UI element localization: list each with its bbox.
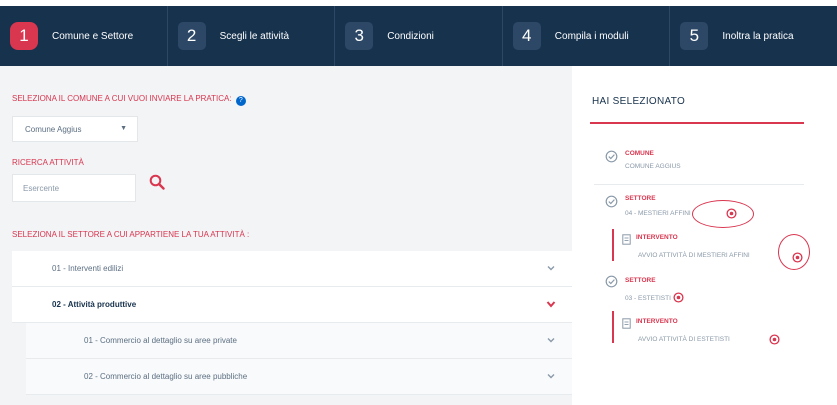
step-number: 4 [512, 22, 541, 50]
step-number: 3 [345, 22, 374, 50]
selection-form: SELEZIONA IL COMUNE A CUI VUOI INVIARE L… [0, 66, 572, 405]
step-label: Scegli le attività [219, 30, 290, 42]
settore-section-label: SELEZIONA IL SETTORE A CUI APPARTIENE LA… [12, 230, 250, 239]
step-number: 1 [10, 22, 38, 50]
step-number: 5 [680, 22, 709, 50]
summary-divider [590, 122, 804, 124]
wizard-stepper: 1 Comune e Settore 2 Scegli le attività … [0, 6, 837, 66]
sector-accordion: 01 - Interventi edilizi 02 - Attività pr… [12, 251, 572, 395]
check-circle-icon [605, 275, 618, 288]
ricerca-section-label: RICERCA ATTIVITÀ [12, 158, 84, 167]
annotation-circle [778, 234, 810, 270]
remove-circle-icon[interactable] [769, 334, 780, 345]
settore-key: SETTORE [625, 195, 656, 202]
step-number: 2 [177, 22, 206, 50]
intervento-value: AVVIO ATTIVITÀ DI ESTETISTI [638, 336, 730, 343]
activity-search-input[interactable]: Esercente [12, 174, 136, 202]
intervento-key: INTERVENTO [636, 234, 678, 241]
selection-summary-panel: HAI SELEZIONATO COMUNE COMUNE AGGIUS SET… [572, 66, 837, 405]
step-label: Comune e Settore [52, 30, 134, 42]
settore-key: SETTORE [625, 277, 656, 284]
summary-title: HAI SELEZIONATO [592, 96, 686, 107]
caret-down-icon: ▼ [120, 125, 127, 132]
chevron-down-icon [547, 338, 555, 343]
comune-value: COMUNE AGGIUS [625, 163, 681, 170]
help-icon[interactable]: ? [235, 96, 246, 106]
nesting-bar [612, 229, 614, 261]
intervento-value: AVVIO ATTIVITÀ DI MESTIERI AFFINI [638, 252, 750, 259]
step-label: Compila i moduli [554, 30, 629, 42]
check-circle-icon [605, 195, 618, 208]
sector-item-interventi-edilizi[interactable]: 01 - Interventi edilizi [12, 251, 572, 287]
step-scegli-attivita[interactable]: 2 Scegli le attività [168, 6, 336, 66]
document-icon [622, 318, 631, 329]
subsector-item-aree-private[interactable]: 01 - Commercio al dettaglio su aree priv… [26, 323, 572, 359]
page: 1 Comune e Settore 2 Scegli le attività … [0, 0, 837, 405]
nesting-bar [612, 311, 614, 343]
chevron-down-icon [547, 374, 555, 379]
chevron-down-icon [547, 266, 555, 271]
check-circle-icon [605, 150, 618, 163]
intervento-key: INTERVENTO [636, 318, 678, 325]
comune-select[interactable]: Comune Aggius ▼ [12, 116, 138, 142]
step-label: Condizioni [387, 30, 434, 42]
subsector-item-aree-pubbliche[interactable]: 02 - Commercio al dettaglio su aree pubb… [26, 359, 572, 395]
document-icon [622, 234, 631, 245]
settore-value: 03 - ESTETISTI [625, 295, 671, 302]
comune-key: COMUNE [625, 150, 654, 157]
step-label: Inoltra la pratica [722, 30, 794, 42]
step-comune-e-settore[interactable]: 1 Comune e Settore [0, 6, 168, 66]
step-condizioni[interactable]: 3 Condizioni [335, 6, 503, 66]
comune-section-label: SELEZIONA IL COMUNE A CUI VUOI INVIARE L… [12, 94, 246, 106]
sector-item-attivita-produttive[interactable]: 02 - Attività produttive [12, 287, 572, 323]
step-inoltra-pratica[interactable]: 5 Inoltra la pratica [670, 6, 837, 66]
divider [594, 184, 804, 185]
step-compila-moduli[interactable]: 4 Compila i moduli [503, 6, 671, 66]
settore-value: 04 - MESTIERI AFFINI [625, 210, 691, 217]
search-icon[interactable] [149, 174, 165, 192]
annotation-circle [692, 200, 754, 228]
chevron-down-icon [546, 301, 556, 308]
remove-circle-icon[interactable] [673, 292, 684, 303]
